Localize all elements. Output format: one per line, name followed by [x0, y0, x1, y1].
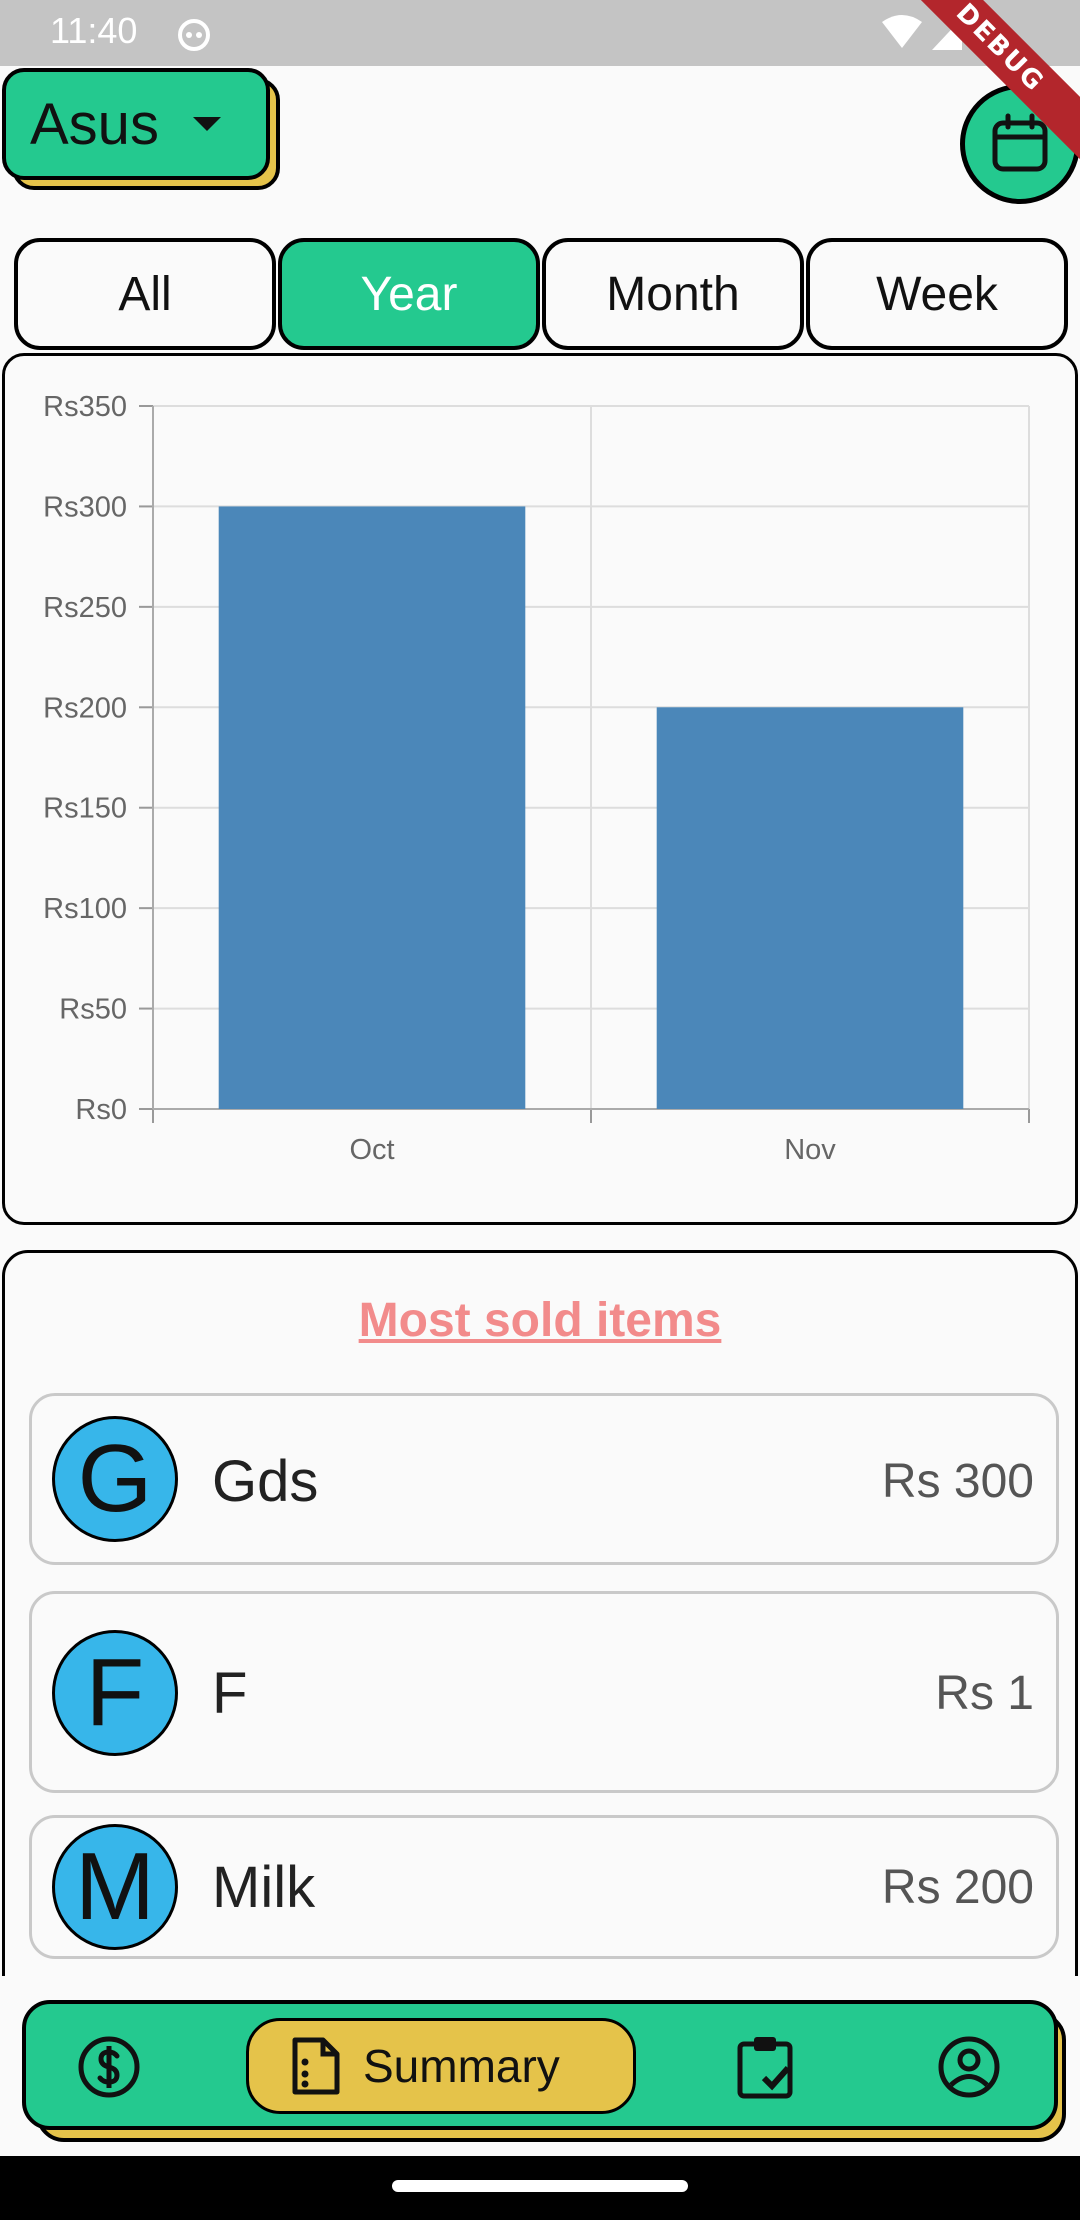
- period-tabs: All Year Month Week: [14, 238, 1068, 350]
- y-tick-label: Rs200: [43, 692, 127, 724]
- caret-down-icon: [192, 117, 221, 131]
- status-time: 11:40: [50, 10, 138, 51]
- y-tick-label: Rs50: [59, 994, 127, 1026]
- y-tick-label: Rs100: [43, 893, 127, 925]
- list-item[interactable]: G Gds Rs 300: [29, 1393, 1059, 1565]
- item-name: F: [212, 1661, 248, 1726]
- bar: [656, 707, 964, 1109]
- bar: [218, 506, 526, 1109]
- store-dropdown-label: Asus: [30, 91, 159, 157]
- status-bar: 11:40: [0, 0, 1080, 66]
- list-item[interactable]: M Milk Rs 200: [29, 1815, 1059, 1959]
- nav-profile-button[interactable]: [936, 2034, 1002, 2100]
- summary-icon: [292, 2037, 340, 2095]
- system-navigation-bar: [0, 2156, 1080, 2220]
- item-name: Milk: [212, 1855, 316, 1920]
- item-price: Rs 300: [881, 1455, 1034, 1508]
- calendar-icon: [992, 113, 1048, 172]
- avatar: G: [52, 1416, 178, 1542]
- y-tick-label: Rs300: [43, 491, 127, 523]
- nav-summary-label: Summary: [363, 2040, 560, 2092]
- tab-week[interactable]: Week: [806, 238, 1068, 350]
- sales-bar-chart: Rs0 Rs50 Rs100 Rs150 Rs200 Rs250 Rs300 Rs350 Oct…: [43, 391, 1030, 1166]
- most-sold-title: Most sold items: [358, 1294, 722, 1347]
- wifi-icon: [882, 15, 922, 48]
- sales-chart-card: Rs0 Rs50 Rs100 Rs150 Rs200 Rs250 Rs300 Rs350 Oct…: [2, 353, 1078, 1225]
- clipboard-check-icon: [737, 2037, 793, 2099]
- dollar-icon: [78, 2036, 140, 2098]
- y-tick-label: Rs0: [75, 1094, 127, 1126]
- nav-summary-button[interactable]: Summary: [246, 2018, 636, 2114]
- y-tick-label: Rs150: [43, 793, 127, 825]
- item-price: Rs 200: [881, 1861, 1034, 1914]
- tab-month[interactable]: Month: [542, 238, 804, 350]
- nav-sales-button[interactable]: [76, 2034, 142, 2100]
- avatar: M: [52, 1824, 178, 1950]
- nav-tasks-button[interactable]: [732, 2034, 798, 2100]
- y-tick-label: Rs250: [43, 592, 127, 624]
- bottom-nav: Summary: [22, 2000, 1058, 2130]
- account-icon: [938, 2036, 1000, 2098]
- app-notification-icon: [178, 19, 210, 51]
- item-price: Rs 1: [935, 1667, 1034, 1720]
- avatar: F: [52, 1630, 178, 1756]
- store-dropdown[interactable]: Asus: [2, 68, 270, 180]
- home-indicator[interactable]: [392, 2180, 688, 2192]
- y-tick-label: Rs350: [43, 391, 127, 423]
- tab-all[interactable]: All: [14, 238, 276, 350]
- item-name: Gds: [212, 1449, 319, 1514]
- x-tick-label: Nov: [784, 1134, 836, 1166]
- list-item[interactable]: F F Rs 1: [29, 1591, 1059, 1793]
- tab-year[interactable]: Year: [278, 238, 540, 350]
- x-tick-label: Oct: [349, 1134, 394, 1166]
